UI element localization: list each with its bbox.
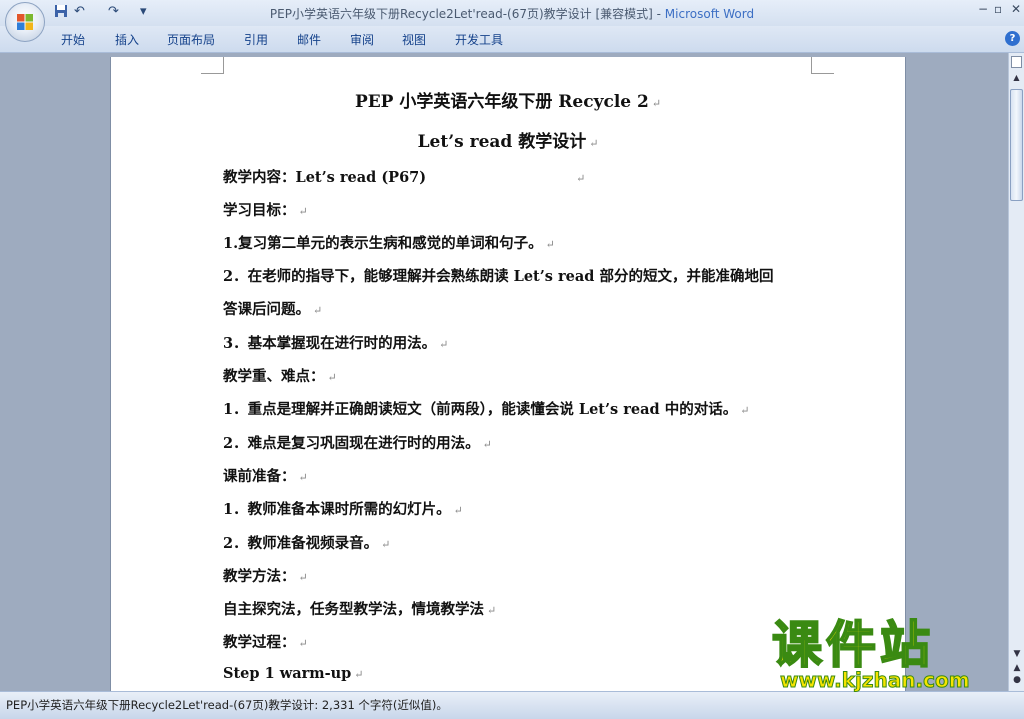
window-title: PEP小学英语六年级下册Recycle2Let'read-(67页)教学设计 [… (0, 5, 1024, 22)
previous-page-icon[interactable]: ▲ (1011, 663, 1023, 673)
office-logo-icon (17, 14, 33, 30)
close-button[interactable]: ✕ (1011, 2, 1021, 16)
document-workspace: PEP 小学英语六年级下册 Recycle 2 ↵ Let’s read 教学设计… (0, 53, 1008, 691)
tab-home[interactable]: 开始 (61, 31, 85, 48)
status-bar: PEP小学英语六年级下册Recycle2Let'read-(67页)教学设计: … (0, 691, 1024, 719)
tab-page-layout[interactable]: 页面布局 (167, 31, 215, 48)
body-line: 教学方法： ↵ (223, 568, 308, 585)
body-line: 教学内容：Let’s read (P67) ↵ (223, 169, 586, 186)
body-line: Step 1 warm-up ↵ (223, 665, 364, 682)
tab-review[interactable]: 审阅 (350, 31, 374, 48)
tab-view[interactable]: 视图 (402, 31, 426, 48)
crop-mark-right (811, 57, 834, 74)
document-page[interactable]: PEP 小学英语六年级下册 Recycle 2 ↵ Let’s read 教学设计… (110, 57, 906, 691)
watermark-title: 课件站 (771, 616, 934, 674)
restore-button[interactable]: ▫ (994, 2, 1002, 16)
application-name: Microsoft Word (664, 7, 755, 21)
document-title: PEP小学英语六年级下册Recycle2Let'read-(67页)教学设计 [… (269, 7, 665, 21)
body-line: 答课后问题。 ↵ (223, 301, 323, 318)
body-line: 教学过程： ↵ (223, 634, 308, 651)
help-icon[interactable]: ? (1005, 31, 1020, 46)
tab-insert[interactable]: 插入 (115, 31, 139, 48)
scroll-down-arrow-icon[interactable]: ▼ (1011, 649, 1023, 659)
minimize-button[interactable]: − (978, 2, 988, 16)
body-line: 学习目标： ↵ (223, 202, 308, 219)
body-line: 教学重、难点： ↵ (223, 368, 337, 385)
vertical-scrollbar[interactable]: ▲ ▼ ▲ ● (1008, 53, 1024, 691)
body-line: 自主探究法，任务型教学法，情境教学法 ↵ (223, 601, 497, 618)
body-line: 1.复习第二单元的表示生病和感觉的单词和句子。 ↵ (223, 235, 555, 252)
watermark-url: www.kjzhan.com (780, 668, 971, 693)
tab-developer[interactable]: 开发工具 (455, 31, 503, 48)
ribbon-tabs: 开始 插入 页面布局 引用 邮件 审阅 视图 开发工具 ? (0, 26, 1024, 53)
tab-references[interactable]: 引用 (244, 31, 268, 48)
title-bar: ↶ ↷ ▾ PEP小学英语六年级下册Recycle2Let'read-(67页)… (0, 0, 1024, 27)
body-line: 课前准备： ↵ (223, 468, 308, 485)
document-title-line-2: Let’s read 教学设计 ↵ (417, 132, 599, 152)
scroll-up-arrow-icon[interactable]: ▲ (1010, 73, 1023, 87)
office-button[interactable] (5, 2, 45, 42)
status-text: PEP小学英语六年级下册Recycle2Let'read-(67页)教学设计: … (6, 698, 448, 712)
browse-object-icon[interactable]: ● (1011, 675, 1023, 685)
view-ruler-icon[interactable] (1011, 56, 1022, 68)
document-title-line-1: PEP 小学英语六年级下册 Recycle 2 ↵ (354, 92, 662, 112)
tab-mailings[interactable]: 邮件 (297, 31, 321, 48)
crop-mark-left (201, 57, 224, 74)
body-line: 2．在老师的指导下，能够理解并会熟练朗读 Let’s read 部分的短文，并能… (223, 268, 774, 285)
body-line: 2．难点是复习巩固现在进行时的用法。 ↵ (223, 435, 492, 452)
body-line: 2．教师准备视频录音。 ↵ (223, 535, 391, 552)
body-line: 3．基本掌握现在进行时的用法。 ↵ (223, 335, 449, 352)
watermark-logo: 课件站 www.kjzhan.com (771, 616, 1008, 693)
scrollbar-thumb[interactable] (1010, 89, 1023, 201)
body-line: 1．教师准备本课时所需的幻灯片。 ↵ (223, 501, 463, 518)
body-line: 1．重点是理解并正确朗读短文（前两段），能读懂会说 Let’s read 中的对… (223, 401, 750, 418)
